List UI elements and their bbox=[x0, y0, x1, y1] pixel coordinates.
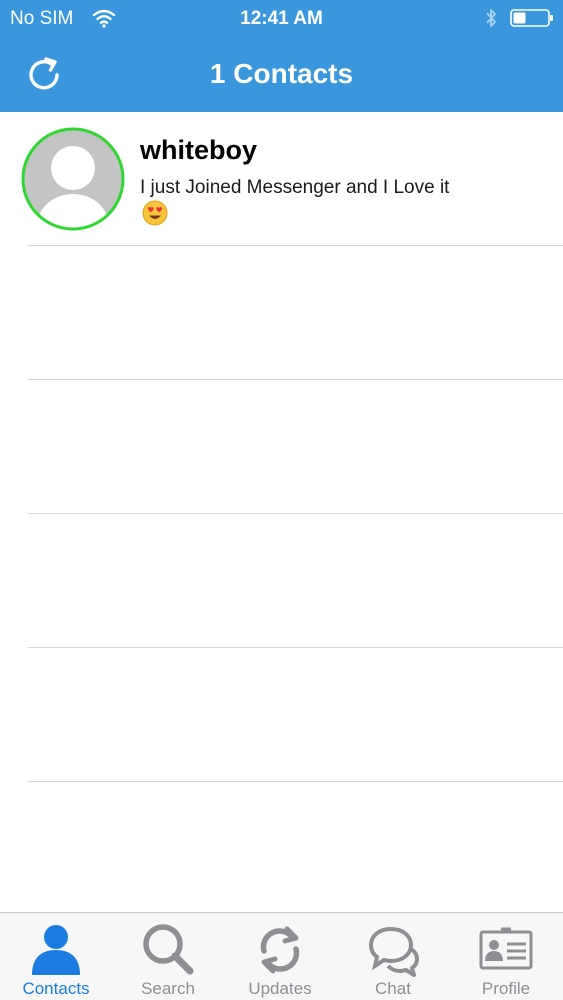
list-divider bbox=[28, 647, 563, 648]
contact-status: I just Joined Messenger and I Love it bbox=[140, 177, 450, 198]
tab-label: Updates bbox=[248, 979, 312, 998]
chat-bubbles-icon bbox=[368, 926, 419, 977]
page-title: 1 Contacts bbox=[209, 58, 354, 89]
magnifier-icon bbox=[143, 924, 194, 975]
tab-bar: Contacts Search Updates Chat Profile bbox=[0, 912, 563, 1000]
contact-row[interactable]: whiteboy I just Joined Messenger and I L… bbox=[0, 112, 563, 245]
tab-contacts[interactable]: Contacts bbox=[0, 913, 112, 1000]
person-icon bbox=[32, 925, 80, 975]
nav-bar: 1 Contacts bbox=[0, 38, 563, 112]
bluetooth-icon bbox=[486, 9, 496, 27]
tab-label: Chat bbox=[375, 979, 411, 998]
avatar[interactable] bbox=[20, 126, 126, 232]
list-divider bbox=[28, 513, 563, 514]
contact-name: whiteboy bbox=[140, 135, 258, 165]
tab-label: Search bbox=[141, 979, 195, 998]
battery-icon bbox=[510, 9, 553, 27]
contact-list: whiteboy I just Joined Messenger and I L… bbox=[0, 112, 563, 912]
contacts-screen: No SIM 12:41 AM 1 Contacts whiteboy I ju… bbox=[0, 0, 563, 1000]
tab-label: Contacts bbox=[22, 979, 90, 998]
tab-profile[interactable]: Profile bbox=[450, 913, 562, 1000]
heart-eyes-emoji-icon bbox=[142, 200, 168, 226]
list-divider bbox=[28, 379, 563, 380]
sync-icon bbox=[260, 926, 300, 974]
tab-search[interactable]: Search bbox=[112, 913, 224, 1000]
tab-updates[interactable]: Updates bbox=[224, 913, 336, 1000]
tab-chat[interactable]: Chat bbox=[337, 913, 449, 1000]
list-divider bbox=[28, 245, 563, 246]
list-divider bbox=[28, 781, 563, 782]
status-time: 12:41 AM bbox=[240, 8, 323, 29]
status-bar: No SIM 12:41 AM bbox=[0, 0, 563, 38]
tab-label: Profile bbox=[481, 979, 531, 998]
header: No SIM 12:41 AM 1 Contacts bbox=[0, 0, 563, 112]
id-card-icon bbox=[479, 927, 533, 970]
